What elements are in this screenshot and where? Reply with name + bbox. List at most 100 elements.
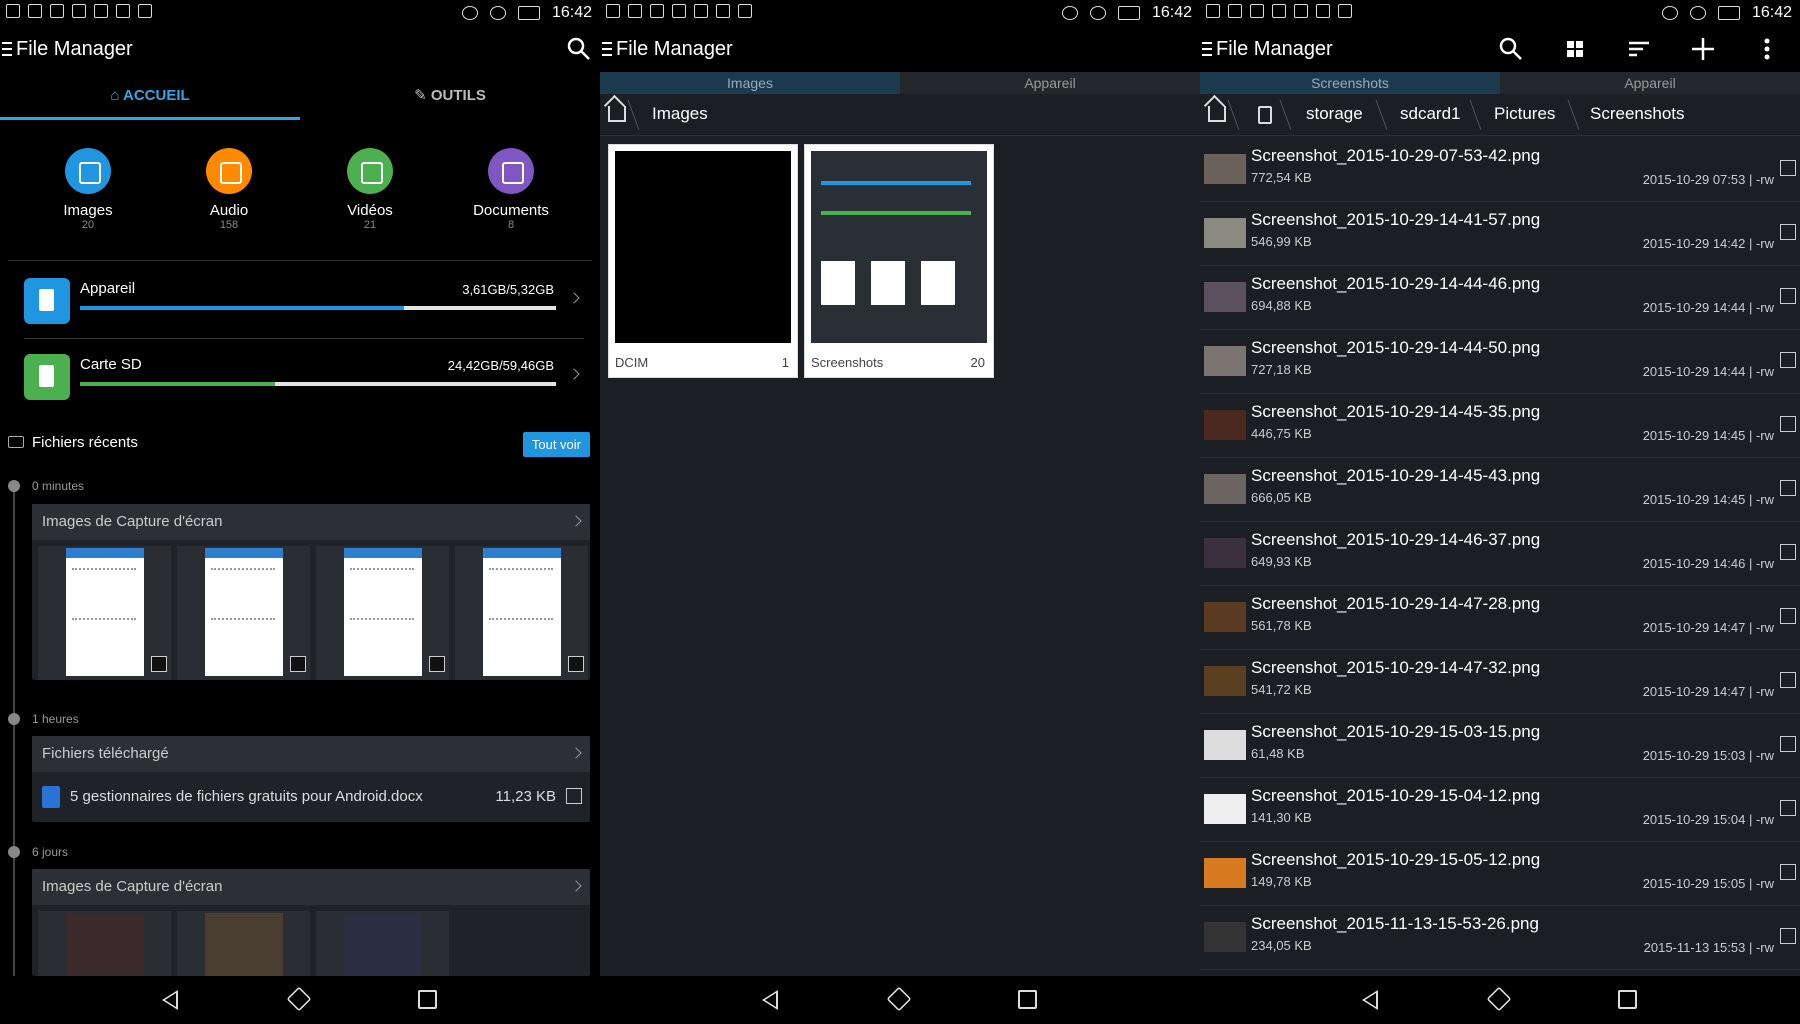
image-thumbnail[interactable] (38, 911, 171, 976)
file-size: 772,54 KB (1251, 170, 1312, 185)
search-icon[interactable] (1498, 36, 1524, 62)
file-date: 2015-10-29 14:47 | -rw (1642, 684, 1774, 699)
file-row[interactable]: Screenshot_2015-10-29-14-47-28.png 561,78… (1200, 586, 1800, 650)
home-icon[interactable] (1486, 986, 1512, 1012)
file-row[interactable]: Screenshot_2015-10-29-14-47-32.png 541,72… (1200, 650, 1800, 714)
group-header[interactable]: Fichiers téléchargé (32, 736, 590, 772)
group-header[interactable]: Images de Capture d'écran (32, 869, 590, 905)
select-checkbox[interactable] (568, 656, 584, 672)
select-checkbox[interactable] (1780, 736, 1796, 752)
image-thumbnail[interactable] (177, 911, 310, 976)
breadcrumb-item[interactable]: storage (1306, 104, 1363, 124)
divider (8, 260, 592, 261)
select-checkbox[interactable] (1780, 288, 1796, 304)
storage-sdcard[interactable]: Carte SD 24,42GB/59,46GB (24, 354, 584, 404)
file-size: 546,99 KB (1251, 234, 1312, 249)
file-size: 541,72 KB (1251, 682, 1312, 697)
menu-icon[interactable] (1202, 42, 1212, 56)
dnd-icon (461, 6, 478, 20)
tab-accueil[interactable]: ⌂ ACCUEIL (0, 72, 300, 120)
menu-icon[interactable] (602, 42, 612, 56)
select-checkbox[interactable] (290, 656, 306, 672)
select-checkbox[interactable] (1780, 864, 1796, 880)
file-name: Screenshot_2015-10-29-15-04-12.png (1251, 786, 1541, 805)
breadcrumb-item[interactable]: Images (652, 104, 708, 124)
file-name: Screenshot_2015-10-29-14-47-28.png (1251, 594, 1541, 613)
back-icon[interactable] (1362, 990, 1378, 1010)
folder-card-dcim[interactable]: DCIM 1 (608, 144, 798, 378)
image-thumbnail[interactable] (316, 911, 449, 976)
see-all-button[interactable]: Tout voir (522, 432, 590, 457)
file-row[interactable]: Screenshot_2015-10-29-15-04-12.png 141,30… (1200, 778, 1800, 842)
search-icon[interactable] (566, 36, 592, 62)
grid-view-icon[interactable] (1562, 36, 1588, 62)
file-size: 727,18 KB (1251, 362, 1312, 377)
back-icon[interactable] (162, 990, 178, 1010)
breadcrumb-item[interactable]: sdcard1 (1400, 104, 1460, 124)
select-checkbox[interactable] (566, 788, 582, 804)
select-checkbox[interactable] (1780, 928, 1796, 944)
more-options-icon[interactable] (1754, 36, 1780, 62)
group-header[interactable]: Images de Capture d'écran (32, 504, 590, 540)
tab-images[interactable]: Images (600, 72, 900, 94)
file-row[interactable]: Screenshot_2015-10-29-14-46-37.png 649,93… (1200, 522, 1800, 586)
category-images[interactable]: Images 20 (18, 148, 158, 231)
category-documents[interactable]: Documents 8 (441, 148, 581, 231)
tab-outils[interactable]: ✎ OUTILS (300, 72, 600, 120)
select-checkbox[interactable] (1780, 160, 1796, 176)
notification-icons (6, 4, 152, 18)
image-thumbnail (1204, 218, 1246, 248)
file-size: 649,93 KB (1251, 554, 1312, 569)
select-checkbox[interactable] (1780, 480, 1796, 496)
image-thumbnail (1204, 730, 1246, 760)
file-row[interactable]: Screenshot_2015-11-13-15-53-26.png 234,05… (1200, 906, 1800, 970)
select-checkbox[interactable] (1780, 544, 1796, 560)
dnd-icon (1061, 6, 1078, 20)
file-size: 694,88 KB (1251, 298, 1312, 313)
tab-screenshots[interactable]: Screenshots (1200, 72, 1500, 94)
list-item[interactable]: 5 gestionnaires de fichiers gratuits pou… (32, 772, 590, 822)
recents-icon[interactable] (1018, 990, 1037, 1009)
select-checkbox[interactable] (1780, 608, 1796, 624)
image-thumbnail[interactable] (316, 546, 449, 680)
tab-appareil[interactable]: Appareil (1500, 72, 1800, 94)
file-row[interactable]: Screenshot_2015-10-29-15-03-15.png 61,48 … (1200, 714, 1800, 778)
image-thumbnail[interactable] (38, 546, 171, 680)
home-icon[interactable] (886, 986, 912, 1012)
home-icon[interactable] (286, 986, 312, 1012)
select-checkbox[interactable] (151, 656, 167, 672)
file-row[interactable]: Screenshot_2015-10-29-07-53-42.png 772,54… (1200, 138, 1800, 202)
file-row[interactable]: Screenshot_2015-10-29-14-44-50.png 727,18… (1200, 330, 1800, 394)
image-thumbnail[interactable] (177, 546, 310, 680)
sort-icon[interactable] (1626, 36, 1652, 62)
select-checkbox[interactable] (1780, 224, 1796, 240)
tab-appareil[interactable]: Appareil (900, 72, 1200, 94)
breadcrumb-item[interactable]: Screenshots (1590, 104, 1685, 124)
storage-device[interactable]: Appareil 3,61GB/5,32GB (24, 278, 584, 328)
file-row[interactable]: Screenshot_2015-10-29-14-45-35.png 446,75… (1200, 394, 1800, 458)
select-checkbox[interactable] (1780, 672, 1796, 688)
select-checkbox[interactable] (1780, 352, 1796, 368)
file-row[interactable]: Screenshot_2015-10-29-14-41-57.png 546,99… (1200, 202, 1800, 266)
file-row[interactable]: Screenshot_2015-10-29-14-44-46.png 694,88… (1200, 266, 1800, 330)
menu-icon[interactable] (2, 42, 12, 56)
recents-icon[interactable] (1618, 990, 1637, 1009)
breadcrumb-item[interactable]: Pictures (1494, 104, 1555, 124)
image-thumbnail (1204, 602, 1246, 632)
select-checkbox[interactable] (1780, 800, 1796, 816)
folder-card-screenshots[interactable]: Screenshots 20 (804, 144, 994, 378)
image-icon (65, 148, 111, 194)
select-checkbox[interactable] (1780, 416, 1796, 432)
recents-icon[interactable] (418, 990, 437, 1009)
file-row[interactable]: Screenshot_2015-10-29-15-05-12.png 149,78… (1200, 842, 1800, 906)
file-row[interactable]: Screenshot_2015-10-29-14-45-43.png 666,05… (1200, 458, 1800, 522)
image-thumbnail[interactable] (455, 546, 588, 680)
select-checkbox[interactable] (429, 656, 445, 672)
add-icon[interactable] (1690, 36, 1716, 62)
nav-bar (1200, 976, 1800, 1024)
category-audio[interactable]: Audio 158 (159, 148, 299, 231)
back-icon[interactable] (762, 990, 778, 1010)
storage-bar (80, 382, 556, 386)
home-icon: ⌂ (110, 87, 123, 104)
category-videos[interactable]: Vidéos 21 (300, 148, 440, 231)
